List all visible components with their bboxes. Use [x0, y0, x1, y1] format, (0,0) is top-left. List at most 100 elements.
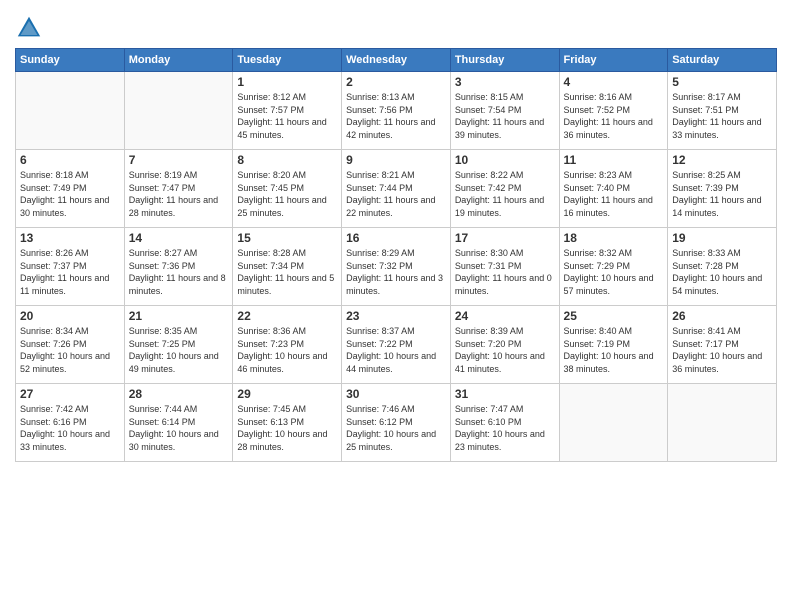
day-info: Sunrise: 7:46 AM Sunset: 6:12 PM Dayligh… [346, 403, 446, 453]
day-info: Sunrise: 8:22 AM Sunset: 7:42 PM Dayligh… [455, 169, 555, 219]
day-info: Sunrise: 7:47 AM Sunset: 6:10 PM Dayligh… [455, 403, 555, 453]
logo [15, 14, 47, 42]
day-info: Sunrise: 8:16 AM Sunset: 7:52 PM Dayligh… [564, 91, 664, 141]
week-row-3: 13 Sunrise: 8:26 AM Sunset: 7:37 PM Dayli… [16, 228, 777, 306]
day-info: Sunrise: 7:42 AM Sunset: 6:16 PM Dayligh… [20, 403, 120, 453]
day-cell: 5 Sunrise: 8:17 AM Sunset: 7:51 PM Daylig… [668, 72, 777, 150]
day-number: 20 [20, 309, 120, 323]
day-number: 8 [237, 153, 337, 167]
day-number: 16 [346, 231, 446, 245]
day-info: Sunrise: 8:41 AM Sunset: 7:17 PM Dayligh… [672, 325, 772, 375]
day-cell: 28Sunrise: 7:44 AM Sunset: 6:14 PM Dayli… [124, 384, 233, 462]
day-number: 9 [346, 153, 446, 167]
day-cell: 24 Sunrise: 8:39 AM Sunset: 7:20 PM Dayli… [450, 306, 559, 384]
header-cell-sunday: Sunday [16, 49, 125, 72]
day-number: 1 [237, 75, 337, 89]
day-info: Sunrise: 8:21 AM Sunset: 7:44 PM Dayligh… [346, 169, 446, 219]
day-info: Sunrise: 8:34 AM Sunset: 7:26 PM Dayligh… [20, 325, 120, 375]
header-cell-wednesday: Wednesday [342, 49, 451, 72]
day-number: 29 [237, 387, 337, 401]
day-cell: 7 Sunrise: 8:19 AM Sunset: 7:47 PM Daylig… [124, 150, 233, 228]
calendar-table: SundayMondayTuesdayWednesdayThursdayFrid… [15, 48, 777, 462]
day-cell: 21 Sunrise: 8:35 AM Sunset: 7:25 PM Dayli… [124, 306, 233, 384]
day-info: Sunrise: 8:17 AM Sunset: 7:51 PM Dayligh… [672, 91, 772, 141]
header [15, 10, 777, 42]
week-row-1: 1 Sunrise: 8:12 AM Sunset: 7:57 PM Daylig… [16, 72, 777, 150]
day-number: 7 [129, 153, 229, 167]
day-number: 25 [564, 309, 664, 323]
day-info: Sunrise: 8:27 AM Sunset: 7:36 PM Dayligh… [129, 247, 229, 297]
day-cell: 30 Sunrise: 7:46 AM Sunset: 6:12 PM Dayli… [342, 384, 451, 462]
day-cell: 29 Sunrise: 7:45 AM Sunset: 6:13 PM Dayli… [233, 384, 342, 462]
week-row-5: 27 Sunrise: 7:42 AM Sunset: 6:16 PM Dayli… [16, 384, 777, 462]
day-info: Sunrise: 7:44 AM Sunset: 6:14 PM Dayligh… [129, 403, 229, 453]
logo-icon [15, 14, 43, 42]
header-cell-thursday: Thursday [450, 49, 559, 72]
header-cell-monday: Monday [124, 49, 233, 72]
day-info: Sunrise: 8:30 AM Sunset: 7:31 PM Dayligh… [455, 247, 555, 297]
day-number: 5 [672, 75, 772, 89]
day-cell: 4 Sunrise: 8:16 AM Sunset: 7:52 PM Daylig… [559, 72, 668, 150]
day-cell: 11 Sunrise: 8:23 AM Sunset: 7:40 PM Dayli… [559, 150, 668, 228]
day-number: 3 [455, 75, 555, 89]
day-cell: 20 Sunrise: 8:34 AM Sunset: 7:26 PM Dayli… [16, 306, 125, 384]
day-cell: 8Sunrise: 8:20 AM Sunset: 7:45 PM Daylig… [233, 150, 342, 228]
day-info: Sunrise: 8:40 AM Sunset: 7:19 PM Dayligh… [564, 325, 664, 375]
day-number: 26 [672, 309, 772, 323]
day-cell: 25 Sunrise: 8:40 AM Sunset: 7:19 PM Dayli… [559, 306, 668, 384]
day-cell: 2Sunrise: 8:13 AM Sunset: 7:56 PM Daylig… [342, 72, 451, 150]
day-number: 12 [672, 153, 772, 167]
day-info: Sunrise: 8:18 AM Sunset: 7:49 PM Dayligh… [20, 169, 120, 219]
day-number: 21 [129, 309, 229, 323]
day-info: Sunrise: 7:45 AM Sunset: 6:13 PM Dayligh… [237, 403, 337, 453]
day-cell: 15 Sunrise: 8:28 AM Sunset: 7:34 PM Dayli… [233, 228, 342, 306]
day-cell [559, 384, 668, 462]
day-cell: 26 Sunrise: 8:41 AM Sunset: 7:17 PM Dayli… [668, 306, 777, 384]
day-info: Sunrise: 8:29 AM Sunset: 7:32 PM Dayligh… [346, 247, 446, 297]
header-cell-tuesday: Tuesday [233, 49, 342, 72]
day-cell: 31 Sunrise: 7:47 AM Sunset: 6:10 PM Dayli… [450, 384, 559, 462]
calendar-header: SundayMondayTuesdayWednesdayThursdayFrid… [16, 49, 777, 72]
day-number: 4 [564, 75, 664, 89]
day-number: 17 [455, 231, 555, 245]
day-info: Sunrise: 8:15 AM Sunset: 7:54 PM Dayligh… [455, 91, 555, 141]
day-cell [124, 72, 233, 150]
day-info: Sunrise: 8:26 AM Sunset: 7:37 PM Dayligh… [20, 247, 120, 297]
day-number: 15 [237, 231, 337, 245]
day-number: 22 [237, 309, 337, 323]
day-cell: 18 Sunrise: 8:32 AM Sunset: 7:29 PM Dayli… [559, 228, 668, 306]
day-number: 30 [346, 387, 446, 401]
day-number: 31 [455, 387, 555, 401]
day-number: 24 [455, 309, 555, 323]
calendar-body: 1 Sunrise: 8:12 AM Sunset: 7:57 PM Daylig… [16, 72, 777, 462]
day-cell: 3 Sunrise: 8:15 AM Sunset: 7:54 PM Daylig… [450, 72, 559, 150]
day-number: 6 [20, 153, 120, 167]
header-cell-saturday: Saturday [668, 49, 777, 72]
day-cell: 16 Sunrise: 8:29 AM Sunset: 7:32 PM Dayli… [342, 228, 451, 306]
day-number: 18 [564, 231, 664, 245]
day-info: Sunrise: 8:35 AM Sunset: 7:25 PM Dayligh… [129, 325, 229, 375]
day-info: Sunrise: 8:37 AM Sunset: 7:22 PM Dayligh… [346, 325, 446, 375]
day-cell: 1 Sunrise: 8:12 AM Sunset: 7:57 PM Daylig… [233, 72, 342, 150]
day-info: Sunrise: 8:32 AM Sunset: 7:29 PM Dayligh… [564, 247, 664, 297]
day-number: 23 [346, 309, 446, 323]
day-number: 10 [455, 153, 555, 167]
week-row-4: 20 Sunrise: 8:34 AM Sunset: 7:26 PM Dayli… [16, 306, 777, 384]
day-info: Sunrise: 8:12 AM Sunset: 7:57 PM Dayligh… [237, 91, 337, 141]
day-info: Sunrise: 8:19 AM Sunset: 7:47 PM Dayligh… [129, 169, 229, 219]
day-info: Sunrise: 8:13 AM Sunset: 7:56 PM Dayligh… [346, 91, 446, 141]
day-cell: 12Sunrise: 8:25 AM Sunset: 7:39 PM Dayli… [668, 150, 777, 228]
day-number: 11 [564, 153, 664, 167]
page: SundayMondayTuesdayWednesdayThursdayFrid… [0, 0, 792, 612]
day-cell: 13 Sunrise: 8:26 AM Sunset: 7:37 PM Dayli… [16, 228, 125, 306]
day-cell [16, 72, 125, 150]
day-info: Sunrise: 8:28 AM Sunset: 7:34 PM Dayligh… [237, 247, 337, 297]
day-info: Sunrise: 8:23 AM Sunset: 7:40 PM Dayligh… [564, 169, 664, 219]
day-cell: 27 Sunrise: 7:42 AM Sunset: 6:16 PM Dayli… [16, 384, 125, 462]
day-cell: 23 Sunrise: 8:37 AM Sunset: 7:22 PM Dayli… [342, 306, 451, 384]
day-info: Sunrise: 8:39 AM Sunset: 7:20 PM Dayligh… [455, 325, 555, 375]
day-number: 13 [20, 231, 120, 245]
day-number: 14 [129, 231, 229, 245]
day-number: 27 [20, 387, 120, 401]
day-cell: 10 Sunrise: 8:22 AM Sunset: 7:42 PM Dayli… [450, 150, 559, 228]
